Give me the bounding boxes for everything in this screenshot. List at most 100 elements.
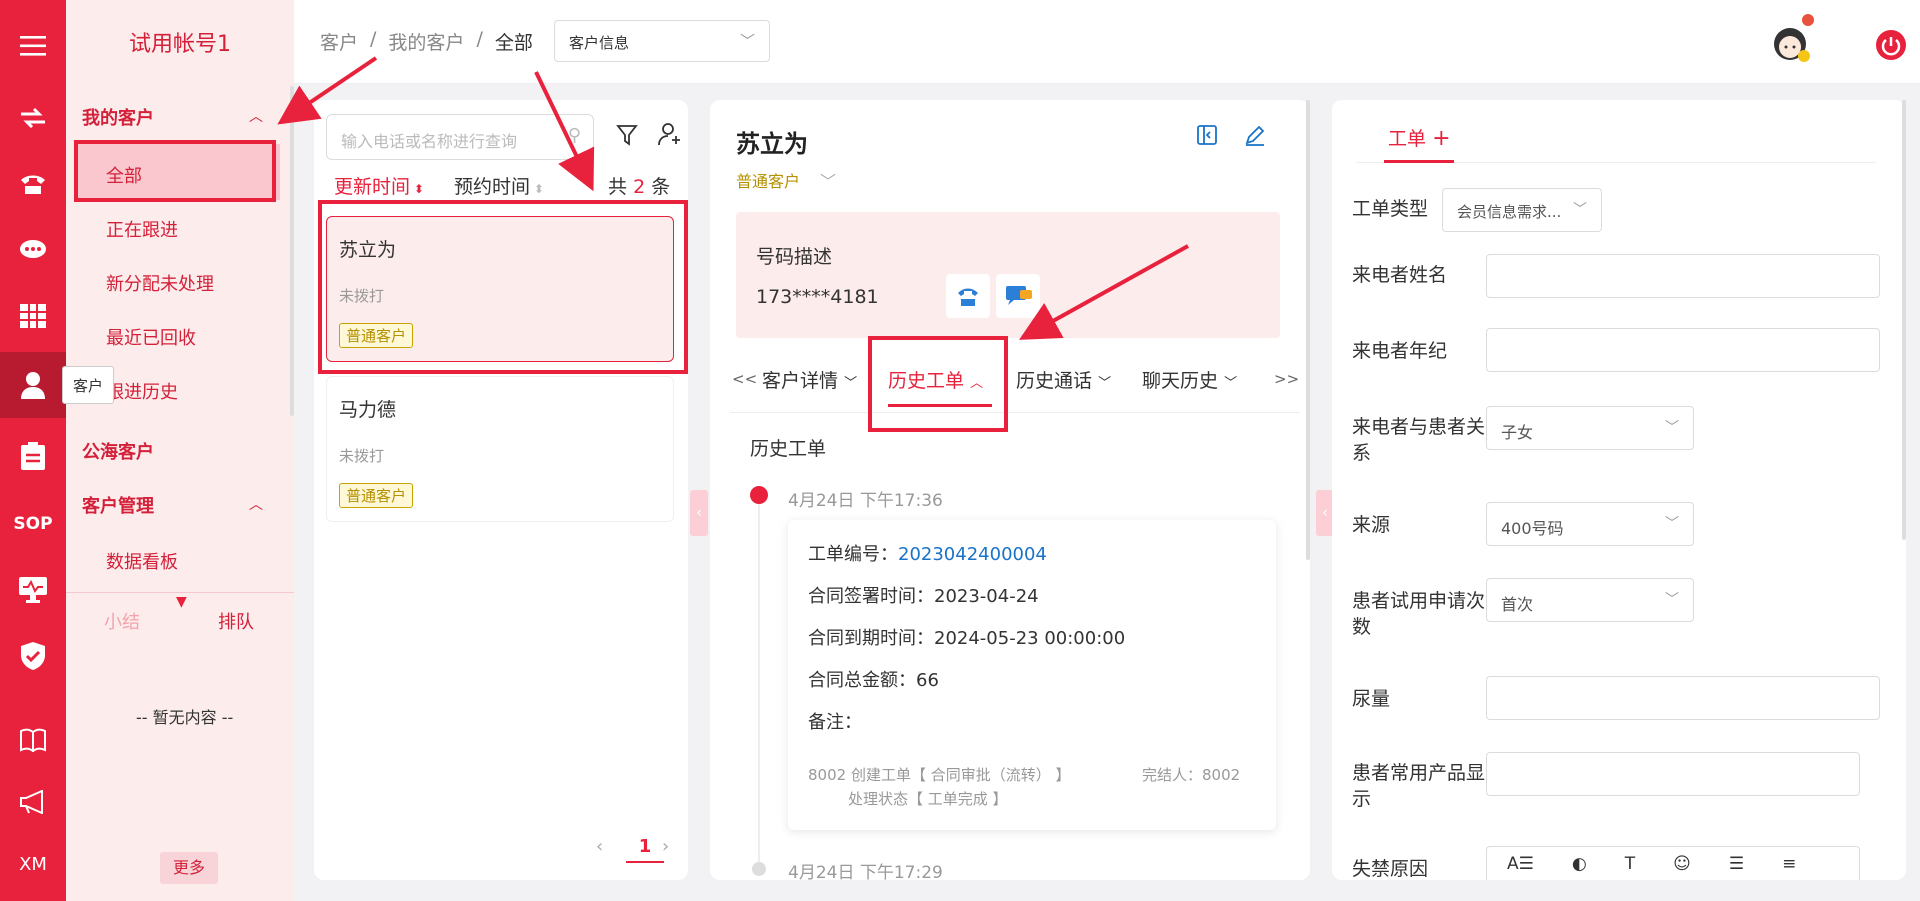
log-finisher: 完结人：8002 bbox=[1142, 766, 1241, 784]
shield-icon[interactable] bbox=[0, 624, 66, 688]
message-button[interactable] bbox=[996, 274, 1040, 318]
collapse-left-handle[interactable]: ‹ bbox=[690, 490, 708, 536]
breadcrumb-my-customers[interactable]: 我的客户 bbox=[388, 28, 464, 55]
sort-update-time[interactable]: 更新时间 ⬍ bbox=[334, 172, 424, 199]
menu-icon[interactable] bbox=[0, 14, 66, 78]
align-icon[interactable]: ≡ bbox=[1782, 854, 1796, 874]
highlight-customer bbox=[318, 200, 688, 374]
expire-row: 合同到期时间：2024-05-23 00:00:00 bbox=[808, 628, 1126, 649]
caller-name-input[interactable] bbox=[1486, 254, 1880, 298]
monitor-icon[interactable] bbox=[0, 558, 66, 622]
account-name[interactable]: 试用帐号1 bbox=[66, 0, 294, 84]
customer-tooltip: 客户 bbox=[62, 366, 115, 404]
add-customer-icon[interactable] bbox=[658, 122, 682, 150]
detail-name: 苏立为 bbox=[736, 130, 808, 158]
timeline-dot bbox=[752, 862, 766, 876]
tab-work-order[interactable]: 工单 + bbox=[1388, 124, 1451, 151]
log-line-1: 8002 创建工单【 合同审批（流转） 】 bbox=[808, 766, 1071, 784]
page-number[interactable]: 1 bbox=[626, 836, 664, 863]
collapse-panel-icon[interactable] bbox=[1196, 124, 1218, 150]
indent-icon[interactable]: ☰ bbox=[1729, 854, 1744, 874]
sop-label: SOP bbox=[13, 514, 53, 534]
customer-icon[interactable] bbox=[0, 352, 66, 418]
breadcrumb-customer[interactable]: 客户 bbox=[320, 28, 358, 55]
xm-icon[interactable]: XM bbox=[0, 832, 66, 896]
call-status: 未拨打 bbox=[339, 447, 385, 465]
customer-level[interactable]: 普通客户 ﹀ bbox=[736, 168, 836, 192]
emoji-icon[interactable]: ☺ bbox=[1673, 854, 1691, 874]
record-time: 4月24日 下午17:36 bbox=[788, 491, 943, 511]
group-public[interactable]: 公海客户 bbox=[82, 438, 154, 464]
chevron-up-icon[interactable]: ︿ bbox=[249, 106, 263, 126]
chat-icon[interactable] bbox=[0, 218, 66, 282]
avatar[interactable] bbox=[1770, 20, 1814, 64]
phone-icon[interactable] bbox=[0, 152, 66, 216]
tab-chat-history[interactable]: 聊天历史 ﹀ bbox=[1142, 366, 1237, 393]
book-icon[interactable] bbox=[0, 708, 66, 772]
product-label: 患者常用产品显示 bbox=[1352, 762, 1486, 810]
sidebar-item-dashboard[interactable]: 数据看板 bbox=[106, 548, 178, 574]
tabs-divider bbox=[730, 412, 1300, 413]
tab-history-calls[interactable]: 历史通话 ﹀ bbox=[1016, 366, 1111, 393]
font-size-icon[interactable]: T bbox=[1625, 854, 1635, 874]
more-button[interactable]: 更多 bbox=[160, 852, 218, 884]
xm-label: XM bbox=[19, 853, 47, 875]
order-number-link[interactable]: 2023042400004 bbox=[898, 544, 1047, 565]
relation-select[interactable]: 子女 ﹀ bbox=[1486, 406, 1694, 450]
group-my-customers[interactable]: 我的客户 bbox=[82, 104, 154, 130]
search-input[interactable]: 输入电话或名称进行查询 ⚲ bbox=[326, 114, 594, 160]
sop-icon[interactable]: SOP bbox=[0, 492, 66, 556]
plus-icon: + bbox=[1432, 126, 1451, 151]
active-tab-underline bbox=[1384, 160, 1454, 163]
tab-queue[interactable]: 排队 bbox=[218, 608, 254, 634]
call-button[interactable] bbox=[946, 274, 990, 318]
phone-number: 173****4181 bbox=[756, 286, 879, 308]
customer-item[interactable]: 马力德 未拨打 普通客户 bbox=[326, 376, 674, 522]
sidebar-item-history[interactable]: 跟进历史 bbox=[106, 378, 178, 404]
caret-down-icon[interactable]: ▼ bbox=[176, 594, 187, 610]
group-manage[interactable]: 客户管理 bbox=[82, 492, 154, 518]
tab-summary[interactable]: 小结 bbox=[104, 608, 140, 634]
urine-input[interactable] bbox=[1486, 676, 1880, 720]
detail-scrollbar[interactable] bbox=[1306, 100, 1310, 560]
edit-icon[interactable] bbox=[1244, 124, 1266, 150]
paragraph-format-icon[interactable]: A☰ bbox=[1507, 854, 1534, 874]
sidebar-scrollbar[interactable] bbox=[290, 86, 294, 416]
sidebar-item-all[interactable]: 全部 bbox=[106, 162, 142, 188]
order-card[interactable]: 工单编号：2023042400004 合同签署时间：2023-04-24 合同到… bbox=[788, 520, 1276, 830]
clipboard-icon[interactable] bbox=[0, 424, 66, 488]
type-label: 工单类型 bbox=[1352, 198, 1429, 220]
tab-prev[interactable]: << bbox=[732, 370, 757, 388]
tab-customer-detail[interactable]: 客户详情 ﹀ bbox=[762, 366, 857, 393]
form-scrollbar[interactable] bbox=[1902, 100, 1906, 540]
power-icon[interactable] bbox=[1876, 30, 1906, 60]
rich-text-toolbar: A☰ ◐ T ☺ ☰ ≡ bbox=[1486, 846, 1860, 880]
type-select[interactable]: 会员信息需求... ﹀ bbox=[1442, 188, 1602, 232]
transfer-icon[interactable] bbox=[0, 86, 66, 150]
source-select[interactable]: 400号码 ﹀ bbox=[1486, 502, 1694, 546]
number-desc-label: 号码描述 bbox=[756, 246, 833, 268]
number-card: 号码描述 173****4181 bbox=[736, 212, 1280, 338]
chevron-up-icon[interactable]: ︿ bbox=[249, 494, 263, 514]
megaphone-icon[interactable] bbox=[0, 770, 66, 834]
timeline-line bbox=[758, 496, 760, 876]
sidebar-item-following[interactable]: 正在跟进 bbox=[106, 216, 178, 242]
relation-label: 来电者与患者关系 bbox=[1352, 416, 1486, 464]
next-page-icon[interactable]: › bbox=[662, 836, 669, 857]
table-icon[interactable] bbox=[0, 284, 66, 348]
caller-age-input[interactable] bbox=[1486, 328, 1880, 372]
palette-icon[interactable]: ◐ bbox=[1572, 854, 1587, 874]
trial-select[interactable]: 首次 ﹀ bbox=[1486, 578, 1694, 622]
sort-appoint-time[interactable]: 预约时间 ⬍ bbox=[454, 172, 544, 199]
tab-next[interactable]: >> bbox=[1274, 370, 1299, 388]
customer-tag: 普通客户 bbox=[339, 483, 414, 508]
product-input[interactable] bbox=[1486, 752, 1860, 796]
source-label: 来源 bbox=[1352, 514, 1391, 536]
sidebar-item-new[interactable]: 新分配未处理 bbox=[106, 270, 214, 296]
customer-detail-panel: 苏立为 普通客户 ﹀ 号码描述 173****4181 << 客户详情 ﹀ 历史工… bbox=[710, 100, 1310, 883]
prev-page-icon[interactable]: ‹ bbox=[596, 836, 603, 857]
filter-icon[interactable] bbox=[616, 124, 638, 150]
chevron-down-icon: ﹀ bbox=[1573, 202, 1587, 218]
sidebar-item-recycled[interactable]: 最近已回收 bbox=[106, 324, 196, 350]
search-type-select[interactable]: 客户信息 ﹀ bbox=[554, 20, 770, 62]
